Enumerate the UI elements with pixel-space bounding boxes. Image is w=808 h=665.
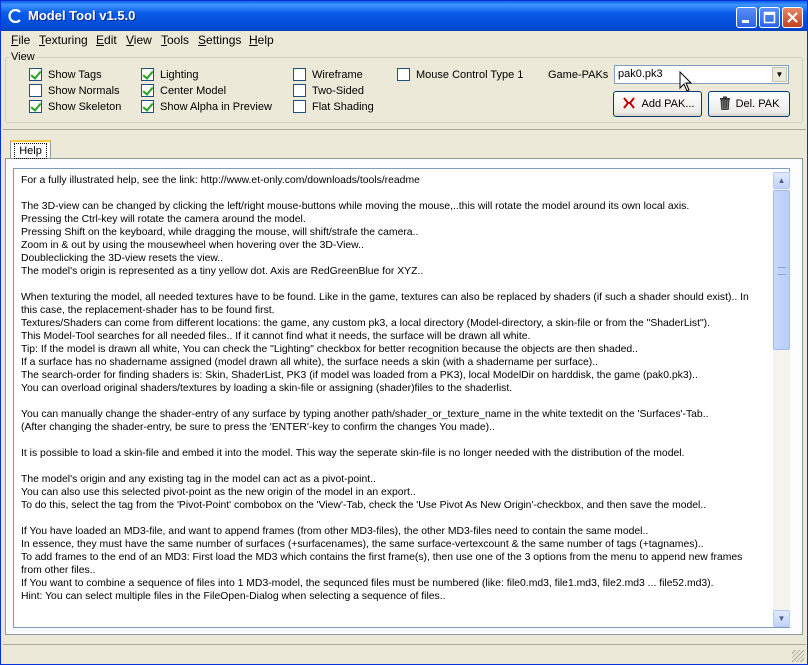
checkbox-box[interactable] xyxy=(29,100,42,113)
add-pak-button[interactable]: Add PAK... xyxy=(613,91,702,117)
checkbox-box[interactable] xyxy=(141,68,154,81)
help-line: Hint: You can select multiple files in t… xyxy=(21,591,446,602)
help-line: Zoom in & out by using the mousewheel wh… xyxy=(21,240,364,251)
menu-edit[interactable]: Edit xyxy=(96,33,117,47)
help-line: In essence, they must have the same numb… xyxy=(21,539,704,550)
menu-settings[interactable]: Settings xyxy=(198,33,241,47)
view-group-title: View xyxy=(9,51,37,63)
help-line: Pressing the Ctrl-key will rotate the ca… xyxy=(21,214,306,225)
help-line: When texturing the model, all needed tex… xyxy=(21,292,749,303)
window-title: Model Tool v1.5.0 xyxy=(28,8,136,23)
help-line: Doubleclicking the 3D-view resets the vi… xyxy=(21,253,224,264)
scroll-down-button[interactable]: ▼ xyxy=(773,610,790,627)
help-line: The model's origin is represented as a t… xyxy=(21,266,424,277)
menu-tools[interactable]: Tools xyxy=(161,33,189,47)
menu-file[interactable]: File xyxy=(11,33,30,47)
help-line: If You want to combine a sequence of fil… xyxy=(21,578,714,589)
flat-shading-checkbox[interactable]: Flat Shading xyxy=(293,100,374,113)
wireframe-checkbox[interactable]: Wireframe xyxy=(293,68,363,81)
title-bar[interactable]: Model Tool v1.5.0 xyxy=(1,1,807,31)
checkbox-box[interactable] xyxy=(29,84,42,97)
help-line: It is possible to load a skin-file and e… xyxy=(21,448,685,459)
show-normals-checkbox[interactable]: Show Normals xyxy=(29,84,120,97)
scroll-thumb[interactable] xyxy=(773,190,790,350)
help-line: This Model-Tool searches for all needed … xyxy=(21,331,531,342)
scroll-up-button[interactable]: ▲ xyxy=(773,172,790,189)
help-textbox[interactable]: For a fully illustrated help, see the li… xyxy=(13,168,790,628)
help-line: Textures/Shaders can come from different… xyxy=(21,318,711,329)
resize-grip-icon[interactable] xyxy=(792,650,804,662)
checkbox-box[interactable] xyxy=(293,68,306,81)
app-icon xyxy=(7,8,23,24)
help-line: The search-order for finding shaders is:… xyxy=(21,370,698,381)
chevron-down-icon[interactable]: ▼ xyxy=(772,67,787,82)
help-line: You can also use this selected pivot-poi… xyxy=(21,487,416,498)
menu-view[interactable]: View xyxy=(126,33,152,47)
help-line: If a surface has no shadername assigned … xyxy=(21,357,598,368)
show-skeleton-checkbox[interactable]: Show Skeleton xyxy=(29,100,121,113)
del-pak-button[interactable]: Del. PAK xyxy=(708,91,790,117)
help-line: The model's origin and any existing tag … xyxy=(21,474,376,485)
help-text: For a fully illustrated help, see the li… xyxy=(21,174,771,616)
close-button[interactable] xyxy=(782,7,803,28)
help-line: For a fully illustrated help, see the li… xyxy=(21,175,420,186)
help-line: Tip: If the model is drawn all white, Yo… xyxy=(21,344,638,355)
help-line: from other files.. xyxy=(21,565,96,576)
checkbox-box[interactable] xyxy=(397,68,410,81)
help-paragraph: The model's origin and any existing tag … xyxy=(21,473,771,512)
checkbox-box[interactable] xyxy=(141,100,154,113)
gamepaks-label: Game-PAKs xyxy=(548,69,609,81)
help-line: Pressing Shift on the keyboard, while dr… xyxy=(21,227,419,238)
center-model-checkbox[interactable]: Center Model xyxy=(141,84,226,97)
show-tags-checkbox[interactable]: Show Tags xyxy=(29,68,102,81)
help-paragraph: When texturing the model, all needed tex… xyxy=(21,291,771,395)
checkbox-box[interactable] xyxy=(293,100,306,113)
help-line: this case, the replacement-shader has to… xyxy=(21,305,275,316)
show-alpha-checkbox[interactable]: Show Alpha in Preview xyxy=(141,100,272,113)
lighting-checkbox[interactable]: Lighting xyxy=(141,68,199,81)
trash-icon xyxy=(719,96,731,113)
help-line: You can manually change the shader-entry… xyxy=(21,409,709,420)
add-pak-icon xyxy=(621,96,637,113)
thumb-grip xyxy=(778,267,786,275)
status-bar xyxy=(3,644,806,664)
help-line: (After changing the shader-entry, be sur… xyxy=(21,422,495,433)
tab-help[interactable]: Help xyxy=(10,140,51,159)
mouse-control-checkbox[interactable]: Mouse Control Type 1 xyxy=(397,68,523,81)
menu-help[interactable]: Help xyxy=(249,33,274,47)
minimize-button[interactable] xyxy=(736,7,757,28)
vertical-scrollbar[interactable]: ▲ ▼ xyxy=(773,172,790,627)
maximize-button[interactable] xyxy=(759,7,780,28)
help-line: The 3D-view can be changed by clicking t… xyxy=(21,201,690,212)
app-window: Model Tool v1.5.0 File Texturing Edit Vi… xyxy=(0,0,808,665)
help-paragraph: It is possible to load a skin-file and e… xyxy=(21,447,771,460)
help-paragraph: You can manually change the shader-entry… xyxy=(21,408,771,434)
help-paragraph: If You have loaded an MD3-file, and want… xyxy=(21,525,771,603)
menu-texturing[interactable]: Texturing xyxy=(39,33,88,47)
two-sided-checkbox[interactable]: Two-Sided xyxy=(293,84,364,97)
help-line: You can overload original shaders/textur… xyxy=(21,383,513,394)
help-line: To do this, select the tag from the 'Piv… xyxy=(21,500,707,511)
help-line: If You have loaded an MD3-file, and want… xyxy=(21,526,649,537)
help-paragraph: For a fully illustrated help, see the li… xyxy=(21,174,771,187)
gamepaks-combobox[interactable]: pak0.pk3 ▼ xyxy=(614,65,789,84)
menu-bar: File Texturing Edit View Tools Settings … xyxy=(1,31,807,50)
checkbox-box[interactable] xyxy=(141,84,154,97)
checkbox-box[interactable] xyxy=(293,84,306,97)
help-paragraph: The 3D-view can be changed by clicking t… xyxy=(21,200,771,278)
mouse-pointer-icon xyxy=(679,71,693,92)
checkbox-box[interactable] xyxy=(29,68,42,81)
help-line: To add frames to the end of an MD3: Firs… xyxy=(21,552,743,563)
gamepaks-value: pak0.pk3 xyxy=(618,68,663,80)
